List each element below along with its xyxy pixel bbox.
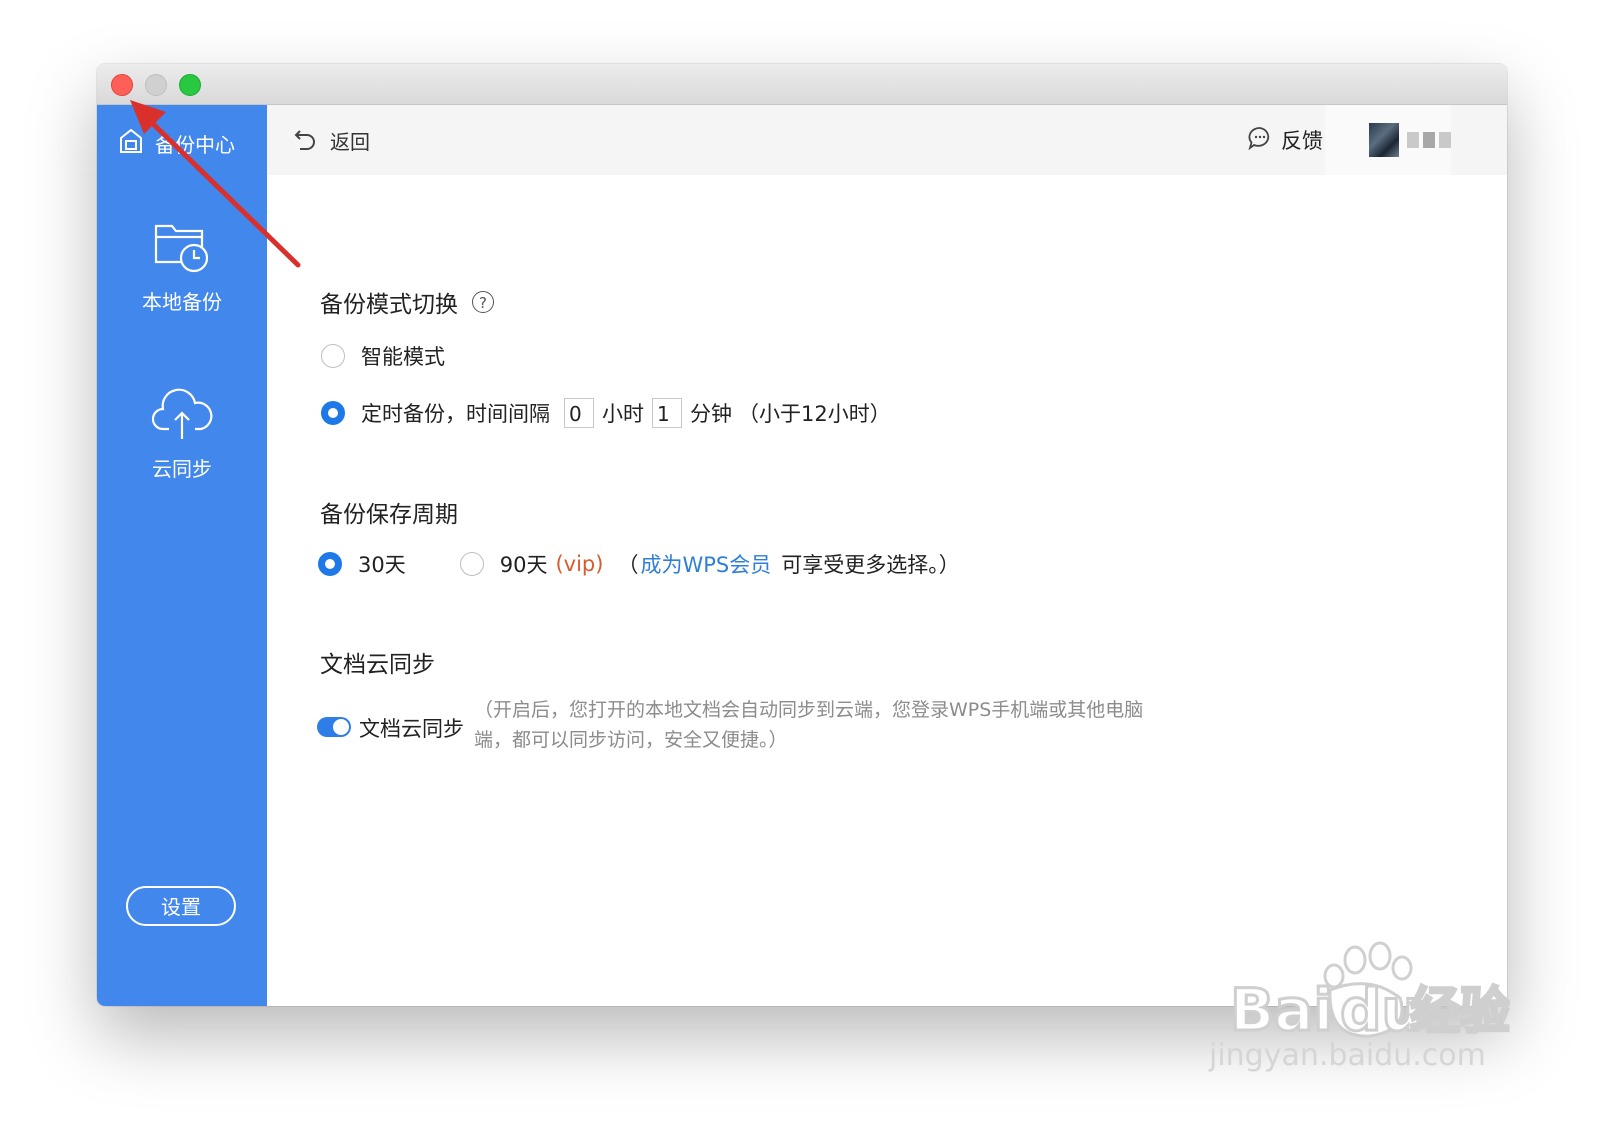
svg-text:Bai: Bai (1230, 976, 1333, 1044)
watermark-url: jingyan.baidu.com (1209, 1038, 1486, 1073)
svg-text:经验: 经验 (1410, 982, 1510, 1040)
